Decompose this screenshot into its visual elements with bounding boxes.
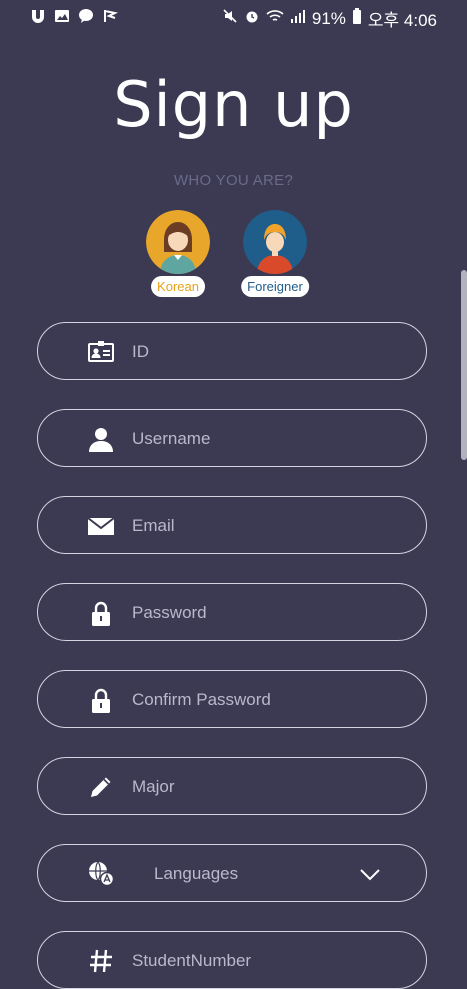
scrollbar[interactable] (461, 270, 467, 460)
password-field[interactable]: Password (37, 583, 427, 641)
username-field[interactable]: Username (37, 409, 427, 467)
battery-icon (352, 8, 362, 29)
wifi-icon (266, 8, 284, 29)
globe-chat-icon (88, 861, 115, 887)
major-placeholder: Major (132, 777, 175, 796)
chevron-down-icon[interactable] (358, 865, 382, 883)
lock-icon (88, 600, 114, 626)
id-field[interactable]: ID (37, 322, 427, 380)
foreigner-label: Foreigner (241, 276, 309, 297)
talk-icon (78, 8, 94, 24)
pencil-icon (88, 774, 114, 800)
confirm-password-field[interactable]: Confirm Password (37, 670, 427, 728)
student-number-placeholder: StudentNumber (132, 951, 252, 970)
who-you-are-subtitle: WHO YOU ARE? (173, 172, 294, 189)
korean-label: Korean (151, 276, 205, 297)
clock: 오후 4:06 (367, 11, 437, 30)
languages-select[interactable]: Languages (37, 844, 427, 902)
alarm-icon (244, 8, 260, 29)
hash-icon (88, 948, 114, 974)
email-field[interactable]: Email (37, 496, 427, 554)
check-flag-icon (102, 8, 119, 24)
app-u-icon (30, 8, 46, 24)
envelope-icon (87, 513, 115, 539)
notification-icons (30, 8, 119, 24)
password-placeholder: Password (132, 603, 207, 622)
user-icon (88, 426, 114, 452)
page-title: Sign up (113, 68, 354, 141)
battery-percent: 91% (311, 8, 346, 28)
system-status: 91% 오후 4:06 (222, 6, 437, 31)
id-placeholder: ID (132, 342, 149, 361)
email-placeholder: Email (132, 516, 175, 535)
foreigner-avatar-icon (243, 210, 307, 274)
confirm-password-placeholder: Confirm Password (132, 690, 271, 709)
student-number-field[interactable]: StudentNumber (37, 931, 427, 989)
status-bar: 91% 오후 4:06 (0, 0, 467, 34)
major-field[interactable]: Major (37, 757, 427, 815)
languages-placeholder: Languages (154, 864, 239, 883)
id-card-icon (88, 339, 114, 365)
user-type-foreigner[interactable]: Foreigner (240, 210, 310, 302)
mute-icon (222, 8, 238, 29)
gallery-icon (54, 8, 70, 24)
korean-avatar-icon (146, 210, 210, 274)
lock-icon (88, 687, 114, 713)
signal-icon (290, 8, 306, 29)
username-placeholder: Username (132, 429, 211, 448)
user-type-korean[interactable]: Korean (143, 210, 213, 302)
